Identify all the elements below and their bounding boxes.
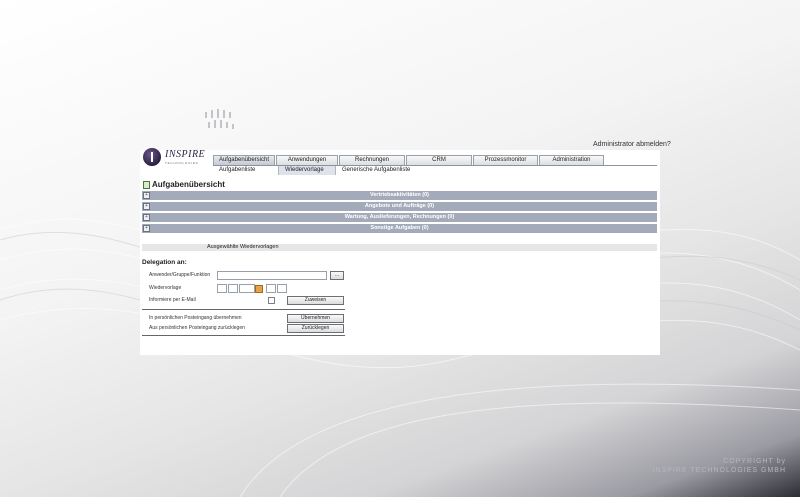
email-label: Informiere per E-Mail (149, 297, 196, 303)
task-category-list: + Vertriebsaktivitäten (0) + Angebote un… (142, 191, 657, 235)
return-label: Aus persönlichen Posteingang zurücklegen (149, 325, 245, 331)
user-input[interactable] (217, 271, 327, 280)
selected-resubmissions-header: Ausgewählte Wiedervorlagen (142, 244, 657, 251)
category-label: Vertriebsaktivitäten (0) (370, 192, 429, 198)
logo-subtext: TECHNOLOGIES (165, 161, 199, 165)
category-bar-wartung[interactable]: + Wartung, Auslieferungen, Rechnungen (0… (142, 213, 657, 222)
category-label: Sonstige Aufgaben (0) (370, 225, 429, 231)
divider (142, 309, 345, 310)
page-title: Aufgabenübersicht (143, 180, 225, 189)
expand-icon[interactable]: + (143, 214, 150, 221)
copyright-line-2: INSPIRE TECHNOLOGIES GMBH (652, 467, 786, 474)
copyright: COPYRIGHT by INSPIRE TECHNOLOGIES GMBH (653, 457, 786, 475)
assign-button[interactable]: Zuweisen (287, 296, 344, 305)
resubmission-day-field[interactable] (217, 284, 227, 293)
resubmission-month-field[interactable] (228, 284, 238, 293)
category-label: Angebote und Aufträge (0) (364, 203, 435, 209)
browse-button[interactable]: ... (330, 271, 344, 280)
user-label: Anwender/Gruppe/Funktion (149, 272, 211, 278)
expand-icon[interactable]: + (143, 192, 150, 199)
subtab-aufgabenliste[interactable]: Aufgabenliste (213, 166, 278, 175)
take-label: In persönlichen Posteingang übernehmen (149, 315, 242, 321)
category-bar-vertrieb[interactable]: + Vertriebsaktivitäten (0) (142, 191, 657, 200)
copyright-line-1: COPYRIGHT by (723, 458, 786, 465)
email-checkbox[interactable] (268, 297, 275, 304)
divider (142, 335, 345, 336)
page-title-text: Aufgabenübersicht (152, 180, 225, 189)
delegation-title: Delegation an: (142, 259, 187, 266)
return-button[interactable]: Zurücklegen (287, 324, 344, 333)
resubmission-minute-field[interactable] (277, 284, 287, 293)
calendar-icon[interactable] (255, 285, 263, 293)
logo-icon (143, 148, 161, 166)
section-header-text: Ausgewählte Wiedervorlagen (207, 244, 279, 250)
subtab-wiedervorlage[interactable]: Wiedervorlage (278, 166, 336, 175)
resubmission-hour-field[interactable] (266, 284, 276, 293)
logo-text: INSPIRE (165, 149, 206, 160)
expand-icon[interactable]: + (143, 203, 150, 210)
inspire-logo: INSPIRE TECHNOLOGIES (143, 146, 205, 168)
resubmission-year-field[interactable] (239, 284, 255, 293)
logout-link[interactable]: Administrator abmelden? (593, 141, 671, 148)
take-button[interactable]: Übernehmen (287, 314, 344, 323)
category-label: Wartung, Auslieferungen, Rechnungen (0) (344, 214, 455, 220)
resubmission-label: Wiedervorlage (149, 285, 182, 291)
category-bar-angebote[interactable]: + Angebote und Aufträge (0) (142, 202, 657, 211)
task-list-icon (143, 180, 150, 189)
decorative-dots (205, 109, 234, 129)
expand-icon[interactable]: + (143, 225, 150, 232)
subtab-generische-aufgabenliste[interactable]: Generische Aufgabenliste (336, 166, 416, 175)
category-bar-sonstige[interactable]: + Sonstige Aufgaben (0) (142, 224, 657, 233)
sub-tabs: Aufgabenliste Wiedervorlage Generische A… (213, 166, 416, 175)
